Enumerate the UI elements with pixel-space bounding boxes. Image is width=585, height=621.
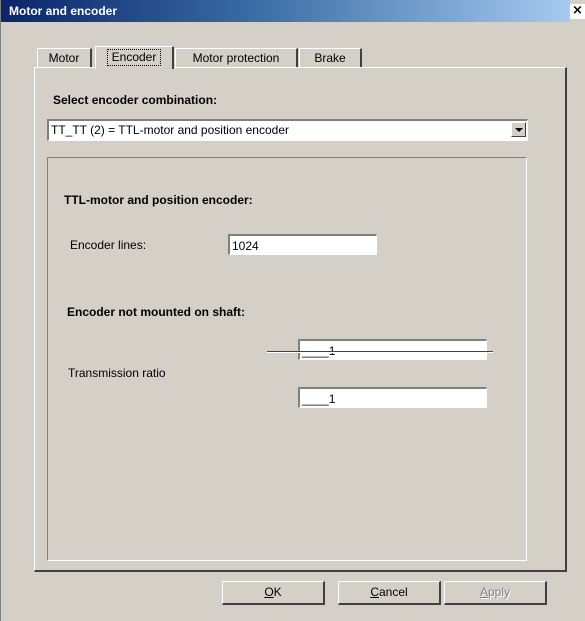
ratio-divider-line — [267, 351, 493, 353]
select-encoder-label: Select encoder combination: — [53, 93, 218, 107]
encoder-combination-value: TT_TT (2) = TTL-motor and position encod… — [51, 123, 289, 137]
ratio-denominator-field[interactable]: ____1 — [298, 387, 487, 408]
ok-mnemonic: O — [264, 585, 274, 599]
not-mounted-heading: Encoder not mounted on shaft: — [67, 305, 245, 319]
tab-brake-label: Brake — [314, 51, 346, 65]
cancel-button[interactable]: Cancel — [338, 581, 441, 605]
tab-encoder[interactable]: Encoder — [95, 46, 174, 69]
encoder-tab-panel: Select encoder combination: TT_TT (2) = … — [34, 67, 567, 572]
tab-encoder-label: Encoder — [106, 49, 162, 66]
tab-motor-protection-label: Motor protection — [192, 51, 280, 65]
ok-label-rest: K — [273, 585, 282, 599]
tab-motor[interactable]: Motor — [37, 48, 92, 68]
window-title: Motor and encoder — [9, 4, 118, 18]
cancel-mnemonic: C — [370, 585, 379, 599]
tab-motor-label: Motor — [48, 51, 80, 65]
ratio-numerator-field[interactable]: ____1 — [298, 339, 487, 360]
apply-label-rest: pply — [488, 585, 511, 599]
encoder-combination-select[interactable]: TT_TT (2) = TTL-motor and position encod… — [47, 119, 528, 141]
apply-button[interactable]: Apply — [444, 581, 547, 605]
transmission-ratio-label: Transmission ratio — [68, 366, 166, 380]
close-icon[interactable]: × — [570, 4, 585, 19]
encoder-lines-field[interactable]: 1024 — [228, 234, 377, 255]
title-bar[interactable]: Motor and encoder — [1, 0, 570, 22]
encoder-lines-label: Encoder lines: — [70, 238, 147, 252]
ttl-encoder-heading: TTL-motor and position encoder: — [64, 193, 253, 207]
apply-mnemonic: A — [479, 585, 488, 599]
chevron-down-icon[interactable] — [511, 122, 526, 137]
motor-encoder-dialog: Motor and encoder × Motor Encoder Motor … — [0, 0, 585, 621]
ok-button[interactable]: OK — [222, 581, 325, 605]
cancel-label-rest: ancel — [378, 585, 408, 599]
tab-motor-protection[interactable]: Motor protection — [175, 48, 298, 68]
tab-brake[interactable]: Brake — [299, 48, 362, 68]
